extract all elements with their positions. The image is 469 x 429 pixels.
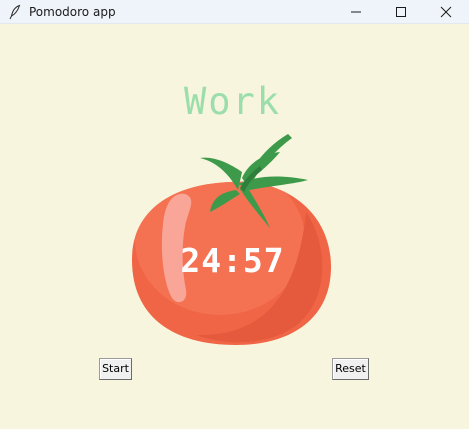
start-button[interactable]: Start: [99, 358, 132, 380]
minimize-button[interactable]: [333, 0, 379, 24]
feather-icon: [9, 4, 21, 20]
title-bar: Pomodoro app: [0, 0, 469, 24]
tomato-icon: [132, 134, 331, 345]
close-button[interactable]: [423, 0, 469, 24]
maximize-icon: [396, 7, 406, 17]
timer-text: 24:57: [180, 241, 285, 280]
mode-label: Work: [183, 80, 282, 123]
maximize-button[interactable]: [378, 0, 424, 24]
reset-button[interactable]: Reset: [332, 358, 369, 380]
pomodoro-canvas: Work 24:57 Start Reset: [0, 24, 469, 429]
window-title: Pomodoro app: [29, 5, 116, 19]
close-icon: [440, 6, 452, 18]
minimize-icon: [351, 11, 361, 13]
